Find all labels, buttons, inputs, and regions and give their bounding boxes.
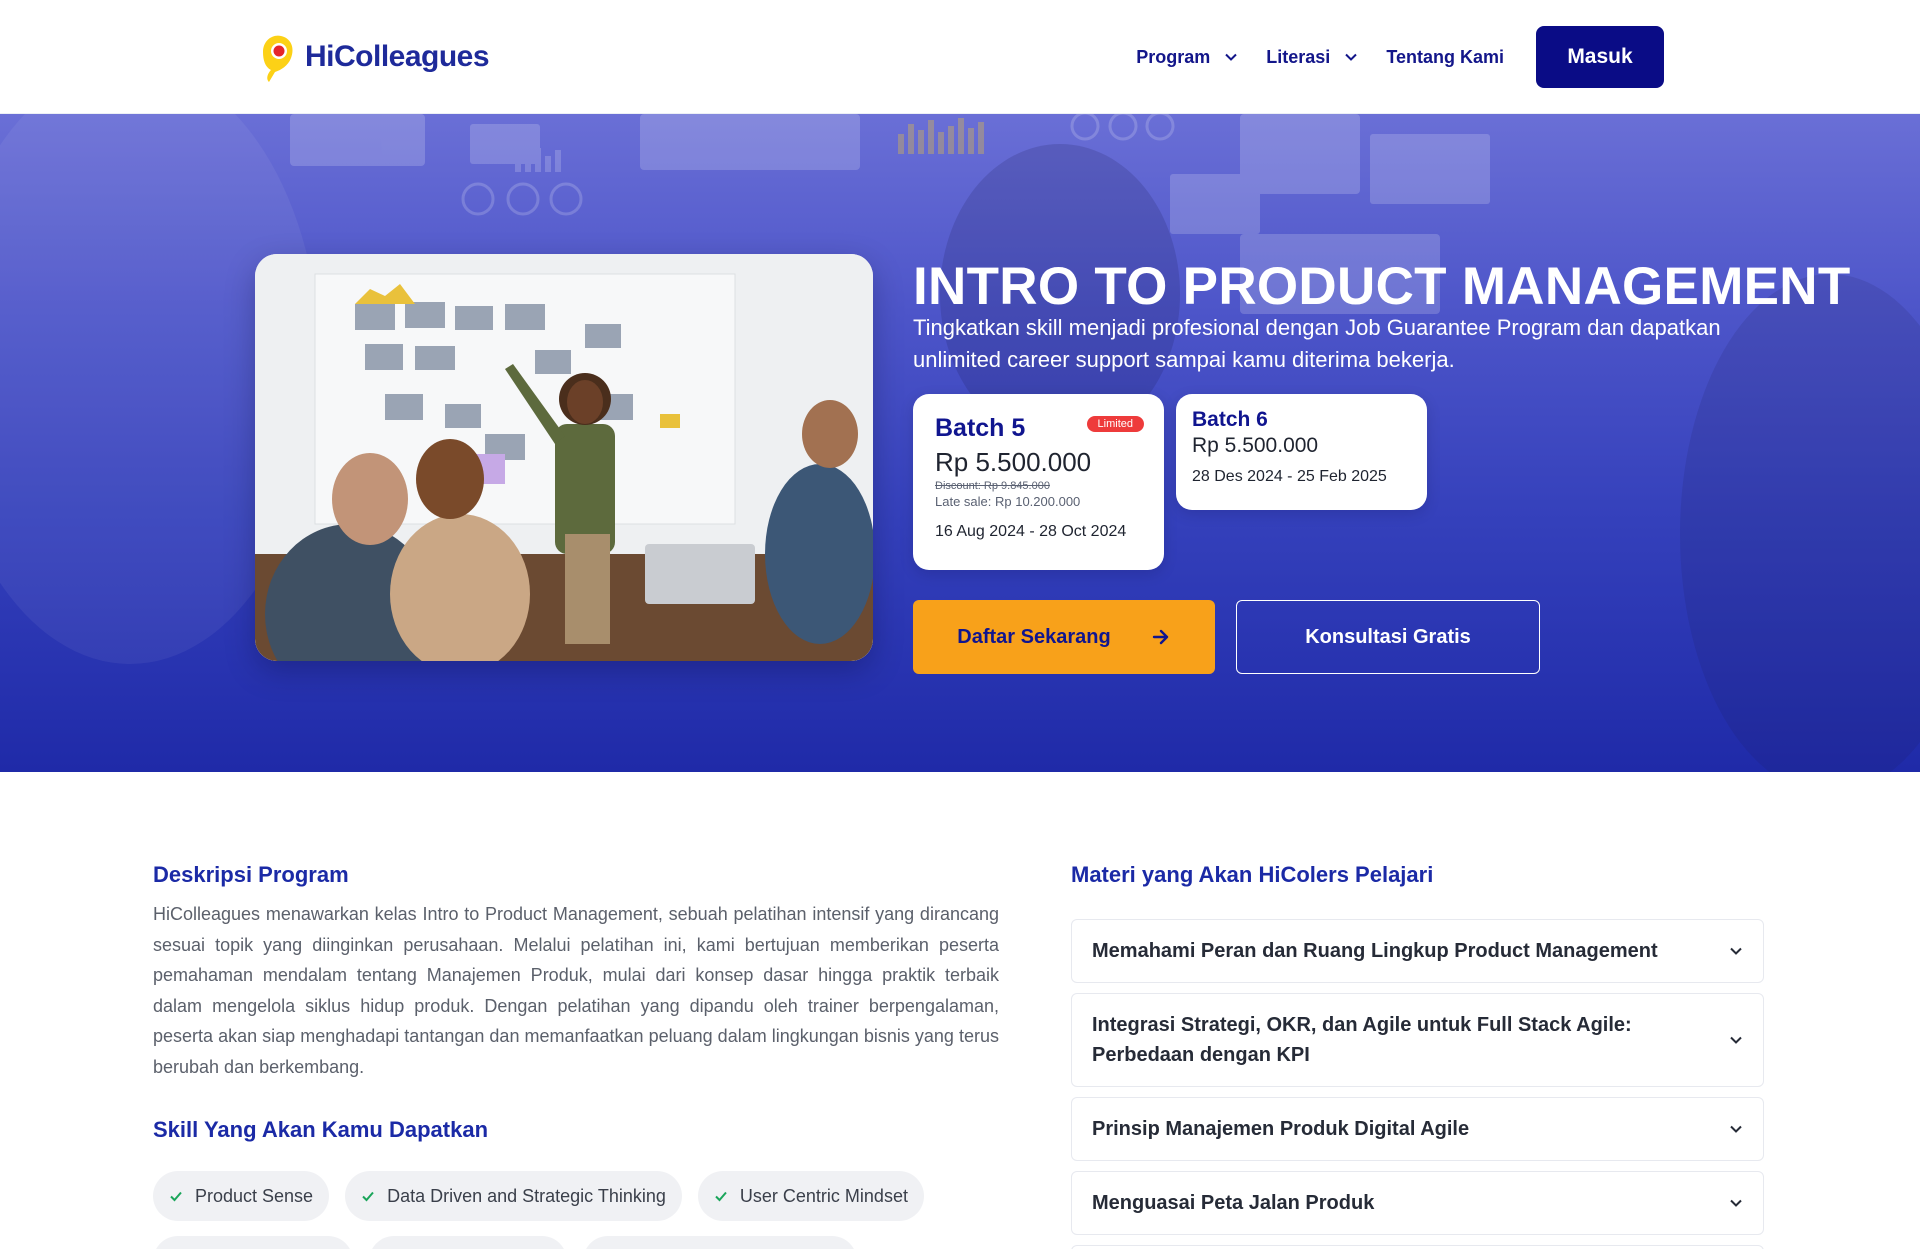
chevron-down-icon (1730, 1199, 1742, 1207)
check-icon (170, 1191, 182, 1202)
skill-chips: Product Sense Data Driven and Strategic … (153, 1171, 924, 1221)
accordion-label: Menguasai Peta Jalan Produk (1092, 1192, 1375, 1214)
description-title: Deskripsi Program (153, 862, 349, 887)
arrow-right-icon (1152, 629, 1168, 645)
skill-chips-next-row (153, 1236, 857, 1249)
presentation-illustration (255, 254, 873, 661)
skill-chip: Product Sense (153, 1171, 330, 1221)
skill-chip: Data Driven and Strategic Thinking (345, 1171, 682, 1221)
accordion-item[interactable]: Memahami Peran dan Ruang Lingkup Product… (1071, 919, 1764, 983)
skill-label: Data Driven and Strategic Thinking (387, 1185, 666, 1206)
hero-class-photo (255, 254, 873, 661)
batch-late-sale: Late sale: Rp 10.200.000 (935, 494, 1081, 509)
batch-price: Rp 5.500.000 (1192, 434, 1319, 457)
batch-name: Batch 6 (1192, 408, 1268, 431)
accordion-item[interactable]: Menguasai Peta Jalan Produk (1071, 1171, 1764, 1235)
skill-chip (369, 1236, 567, 1249)
batch-dates: 28 Des 2024 - 25 Feb 2025 (1192, 468, 1387, 485)
batch-dates: 16 Aug 2024 - 28 Oct 2024 (935, 523, 1127, 540)
hero-section: INTRO TO PRODUCT MANAGEMENT Tingkatkan s… (0, 114, 1920, 772)
nav-program[interactable]: Program (1136, 47, 1238, 68)
materials-title: Materi yang Akan HiColers Pelajari (1071, 862, 1434, 887)
nav-program-label: Program (1136, 46, 1211, 67)
main-nav: Program Literasi Tentang Kami Masuk (1136, 26, 1664, 88)
skill-chip (583, 1236, 857, 1249)
login-button[interactable]: Masuk (1536, 26, 1664, 88)
accordion-label: Integrasi Strategi, OKR, dan Agile untuk… (1092, 1014, 1632, 1066)
nav-literasi-label: Literasi (1266, 46, 1331, 67)
check-icon (715, 1191, 727, 1202)
site-header: HiColleagues Program Literasi Tentang Ka… (0, 0, 1920, 114)
nav-literasi[interactable]: Literasi (1266, 47, 1358, 68)
limited-badge: Limited (1086, 416, 1144, 432)
accordion-item[interactable]: Prinsip Manajemen Produk Digital Agile (1071, 1097, 1764, 1161)
check-icon (362, 1191, 374, 1202)
nav-tentang-kami[interactable]: Tentang Kami (1386, 47, 1504, 68)
free-consultation-button[interactable]: Konsultasi Gratis (1236, 600, 1540, 674)
accordion-label: Memahami Peran dan Ruang Lingkup Product… (1092, 940, 1658, 962)
batch-card-6[interactable]: Batch 6 Rp 5.500.000 28 Des 2024 - 25 Fe… (1176, 394, 1427, 510)
skill-chip: User Centric Mindset (697, 1171, 924, 1221)
skills-title: Skill Yang Akan Kamu Dapatkan (153, 1117, 489, 1142)
skill-label: User Centric Mindset (739, 1185, 908, 1206)
logo-text: HiColleagues (305, 40, 490, 73)
accordion-label: Prinsip Manajemen Produk Digital Agile (1092, 1118, 1470, 1140)
batch-price: Rp 5.500.000 (935, 447, 1092, 477)
accordion-item[interactable]: Integrasi Strategi, OKR, dan Agile untuk… (1071, 993, 1764, 1087)
batch-card-5[interactable]: Limited Batch 5 Rp 5.500.000 Discount: R… (913, 394, 1164, 570)
description-text: HiColleagues menawarkan kelas Intro to P… (153, 904, 999, 1077)
logo[interactable]: HiColleagues (255, 28, 490, 86)
chevron-down-icon (1345, 53, 1358, 61)
chevron-down-icon (1730, 1125, 1742, 1133)
chevron-down-icon (1730, 1036, 1742, 1044)
chevron-down-icon (1730, 947, 1742, 955)
hero-title: INTRO TO PRODUCT MANAGEMENT (913, 257, 1851, 316)
batch-discount-note: Discount: Rp 9.845.000 (935, 480, 1050, 492)
register-now-label: Daftar Sekarang (957, 625, 1111, 648)
register-now-button[interactable]: Daftar Sekarang (913, 600, 1215, 674)
skill-label: Product Sense (195, 1185, 314, 1206)
skill-chip (153, 1236, 353, 1249)
logo-mark-icon (263, 35, 293, 82)
hero-subtitle: Tingkatkan skill menjadi profesional den… (913, 315, 1721, 372)
nav-tentang-kami-label: Tentang Kami (1386, 46, 1504, 67)
chevron-down-icon (1225, 53, 1237, 61)
accordion-item[interactable] (1071, 1245, 1764, 1249)
